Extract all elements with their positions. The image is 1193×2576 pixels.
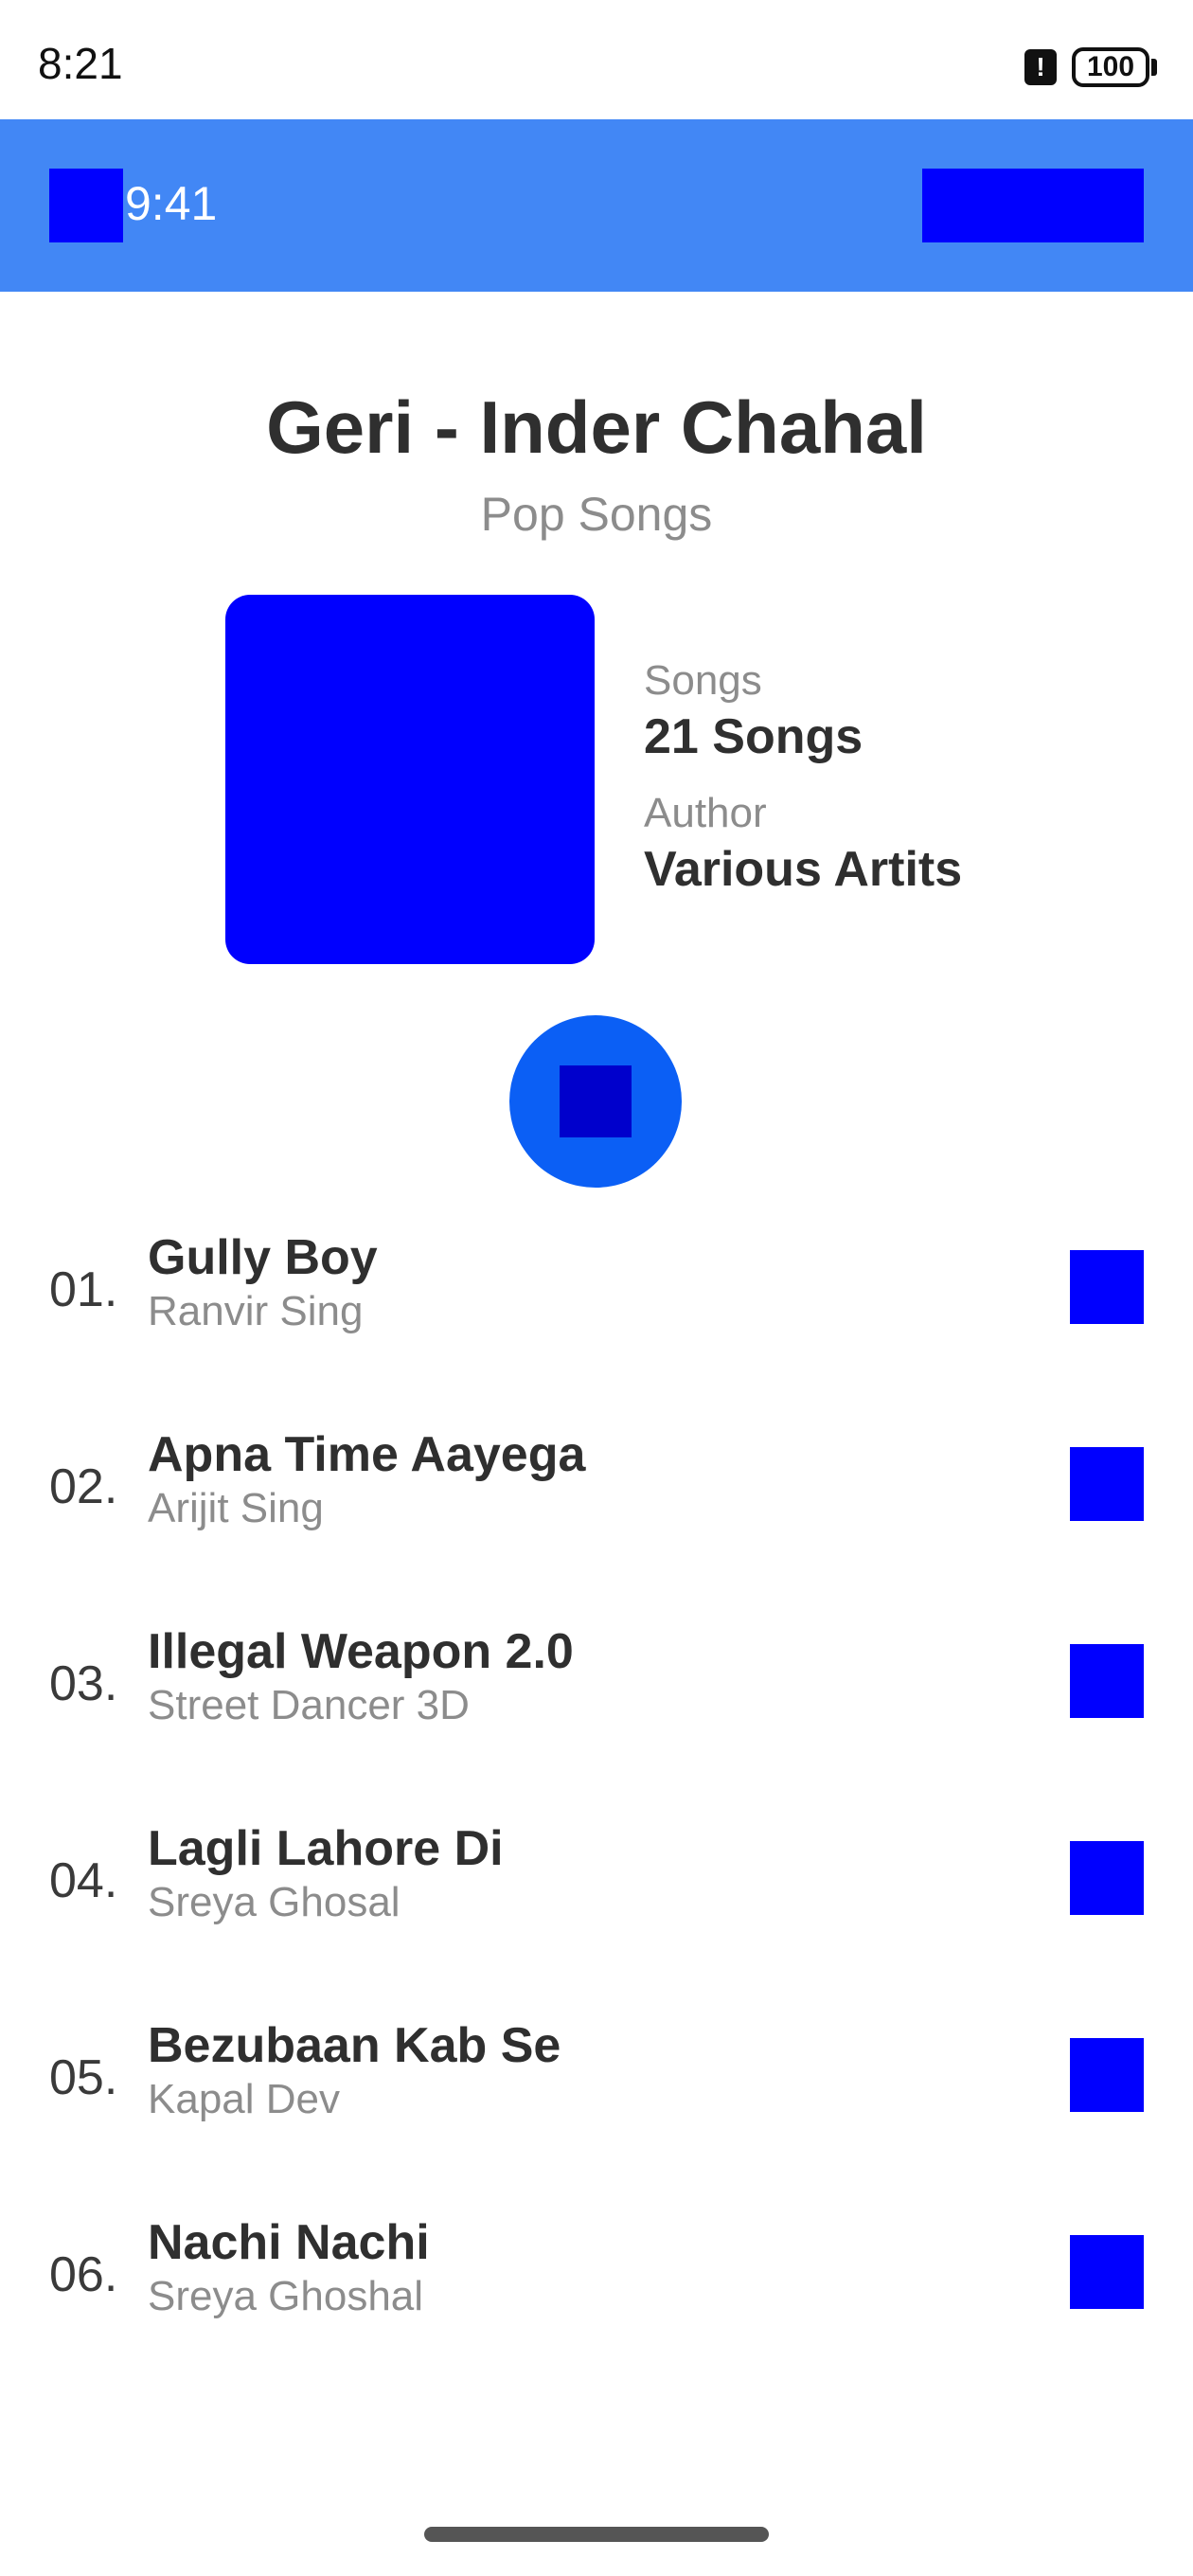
track-title: Bezubaan Kab Se: [148, 2018, 561, 2073]
track-item[interactable]: 05. Bezubaan Kab Se Kapal Dev: [0, 2002, 1193, 2154]
track-item[interactable]: 01. Gully Boy Ranvir Sing: [0, 1214, 1193, 1366]
track-action-icon[interactable]: [1070, 1644, 1144, 1718]
home-indicator[interactable]: [424, 2527, 769, 2542]
track-number: 05.: [49, 2050, 118, 2105]
track-title: Illegal Weapon 2.0: [148, 1624, 574, 1679]
track-item[interactable]: 04. Lagli Lahore Di Sreya Ghosal: [0, 1805, 1193, 1957]
songs-count: 21 Songs: [644, 709, 864, 764]
app-bar-time: 9:41: [125, 177, 218, 230]
track-number: 04.: [49, 1853, 118, 1908]
album-category: Pop Songs: [480, 488, 713, 541]
alert-icon: !: [1024, 49, 1057, 85]
play-icon: [560, 1065, 632, 1137]
track-number: 01.: [49, 1262, 118, 1317]
author-name: Various Artits: [644, 842, 963, 897]
album-cover-image: [225, 595, 595, 964]
track-artist: Street Dancer 3D: [148, 1682, 470, 1728]
track-number: 03.: [49, 1656, 118, 1711]
battery-icon: 100: [1072, 47, 1149, 87]
track-title: Apna Time Aayega: [148, 1427, 586, 1482]
track-artist: Kapal Dev: [148, 2076, 341, 2122]
track-action-icon[interactable]: [1070, 1447, 1144, 1521]
track-action-icon[interactable]: [1070, 2235, 1144, 2309]
track-action-icon[interactable]: [1070, 1841, 1144, 1915]
track-action-icon[interactable]: [1070, 1250, 1144, 1324]
app-bar: 9:41: [0, 119, 1193, 292]
track-item[interactable]: 06. Nachi Nachi Sreya Ghoshal: [0, 2199, 1193, 2351]
status-time: 8:21: [38, 39, 123, 88]
track-number: 02.: [49, 1459, 118, 1514]
system-status-bar: 8:21 ! 100: [0, 0, 1193, 119]
track-item[interactable]: 03. Illegal Weapon 2.0 Street Dancer 3D: [0, 1608, 1193, 1760]
track-title: Lagli Lahore Di: [148, 1821, 504, 1876]
play-button[interactable]: [509, 1015, 682, 1188]
track-number: 06.: [49, 2247, 118, 2302]
songs-label: Songs: [644, 657, 762, 704]
author-label: Author: [644, 790, 767, 836]
track-artist: Sreya Ghoshal: [148, 2273, 424, 2319]
track-artist: Ranvir Sing: [148, 1288, 364, 1334]
battery-tip: [1151, 59, 1157, 76]
track-title: Gully Boy: [148, 1230, 378, 1285]
track-title: Nachi Nachi: [148, 2215, 430, 2270]
menu-icon[interactable]: [49, 169, 123, 242]
track-artist: Sreya Ghosal: [148, 1879, 401, 1925]
track-action-icon[interactable]: [1070, 2038, 1144, 2112]
track-artist: Arijit Sing: [148, 1485, 324, 1531]
track-item[interactable]: 02. Apna Time Aayega Arijit Sing: [0, 1411, 1193, 1563]
album-title: Geri - Inder Chahal: [266, 385, 927, 469]
actions-icon[interactable]: [922, 169, 1144, 242]
